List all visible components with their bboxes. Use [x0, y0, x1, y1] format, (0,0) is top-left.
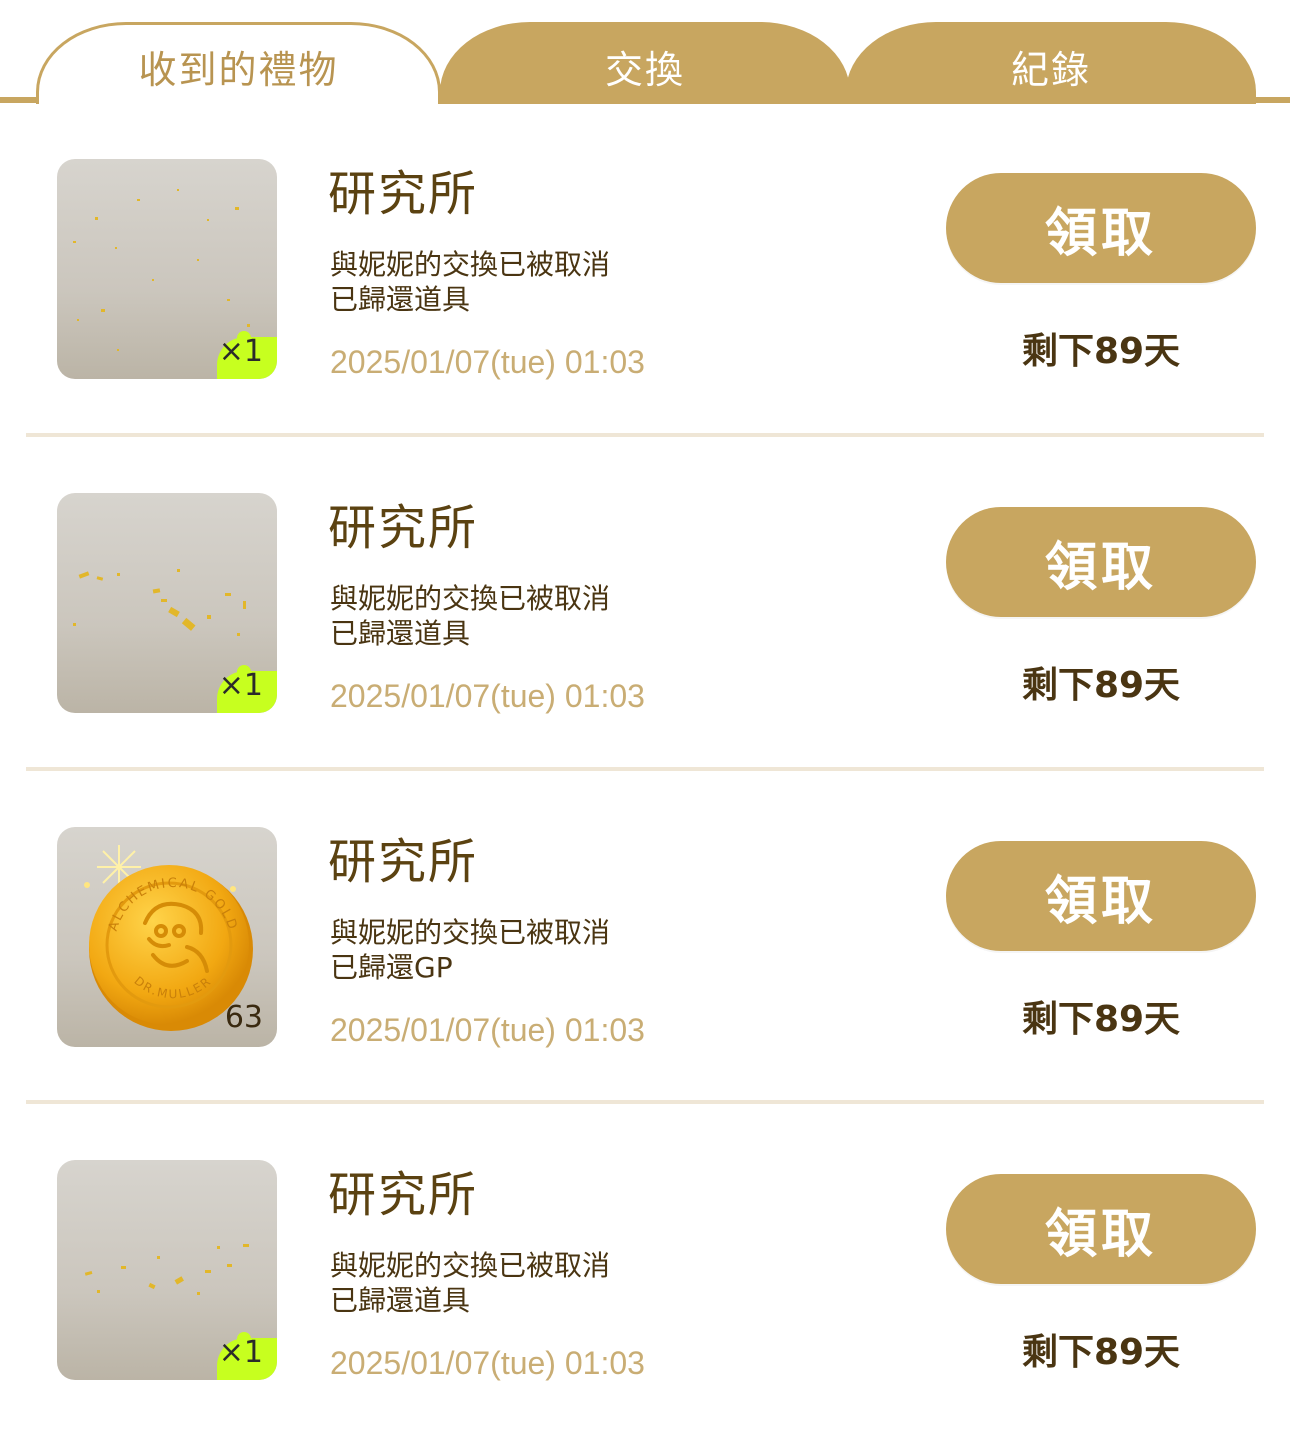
- item-title: 研究所: [328, 1167, 479, 1223]
- item-description-line1: 與妮妮的交換已被取消: [330, 582, 611, 615]
- item-description-line2: 已歸還道具: [330, 283, 471, 316]
- quantity-label: ×1: [218, 334, 263, 369]
- item-title: 研究所: [328, 834, 479, 890]
- gift-thumbnail[interactable]: ×1: [57, 1160, 277, 1380]
- list-item: ×1 研究所 與妮妮的交換已被取消 已歸還道具 2025/01/07(tue) …: [0, 438, 1290, 772]
- list-item: ALCHEMICAL GOLD DR.MULLER 63 研究所 與妮妮的交換已…: [0, 772, 1290, 1106]
- divider: [26, 1100, 1264, 1104]
- item-description-line1: 與妮妮的交換已被取消: [330, 1249, 611, 1282]
- quantity-label: 63: [224, 1000, 263, 1035]
- item-description-line1: 與妮妮的交換已被取消: [330, 916, 611, 949]
- item-description-line1: 與妮妮的交換已被取消: [330, 248, 611, 281]
- tab-received-label: 收到的禮物: [138, 48, 339, 92]
- tab-records-label: 紀錄: [1010, 47, 1091, 92]
- quantity-label: ×1: [218, 1335, 263, 1370]
- item-timestamp: 2025/01/07(tue) 01:03: [330, 678, 645, 714]
- item-description-line2: 已歸還道具: [330, 617, 471, 650]
- item-description-line2: 已歸還道具: [330, 1284, 471, 1317]
- gift-thumbnail[interactable]: ALCHEMICAL GOLD DR.MULLER 63: [57, 827, 277, 1047]
- remaining-days: 剩下89天: [1021, 1332, 1181, 1373]
- tab-exchange-label: 交換: [604, 47, 685, 92]
- item-description-line2: 已歸還GP: [330, 951, 453, 984]
- gift-thumbnail[interactable]: ×1: [57, 493, 277, 713]
- claim-button[interactable]: 領取: [946, 1174, 1256, 1284]
- item-timestamp: 2025/01/07(tue) 01:03: [330, 1345, 645, 1381]
- tab-received-gifts[interactable]: 收到的禮物: [36, 22, 441, 104]
- tab-records[interactable]: 紀錄: [846, 22, 1256, 104]
- remaining-days: 剩下89天: [1021, 331, 1181, 372]
- item-title: 研究所: [328, 166, 479, 222]
- item-timestamp: 2025/01/07(tue) 01:03: [330, 344, 645, 380]
- list-item: ×1 研究所 與妮妮的交換已被取消 已歸還道具 2025/01/07(tue) …: [0, 104, 1290, 438]
- divider: [26, 767, 1264, 771]
- claim-button[interactable]: 領取: [946, 507, 1256, 617]
- list-item: ×1 研究所 與妮妮的交換已被取消 已歸還道具 2025/01/07(tue) …: [0, 1105, 1290, 1439]
- item-timestamp: 2025/01/07(tue) 01:03: [330, 1012, 645, 1048]
- claim-button[interactable]: 領取: [946, 841, 1256, 951]
- gift-thumbnail[interactable]: ×1: [57, 159, 277, 379]
- item-title: 研究所: [328, 500, 479, 556]
- quantity-label: ×1: [218, 668, 263, 703]
- remaining-days: 剩下89天: [1021, 999, 1181, 1040]
- remaining-days: 剩下89天: [1021, 665, 1181, 706]
- tab-bar: 收到的禮物 交換 紀錄: [0, 0, 1290, 104]
- claim-button[interactable]: 領取: [946, 173, 1256, 283]
- tab-exchange[interactable]: 交換: [440, 22, 850, 104]
- divider: [26, 433, 1264, 437]
